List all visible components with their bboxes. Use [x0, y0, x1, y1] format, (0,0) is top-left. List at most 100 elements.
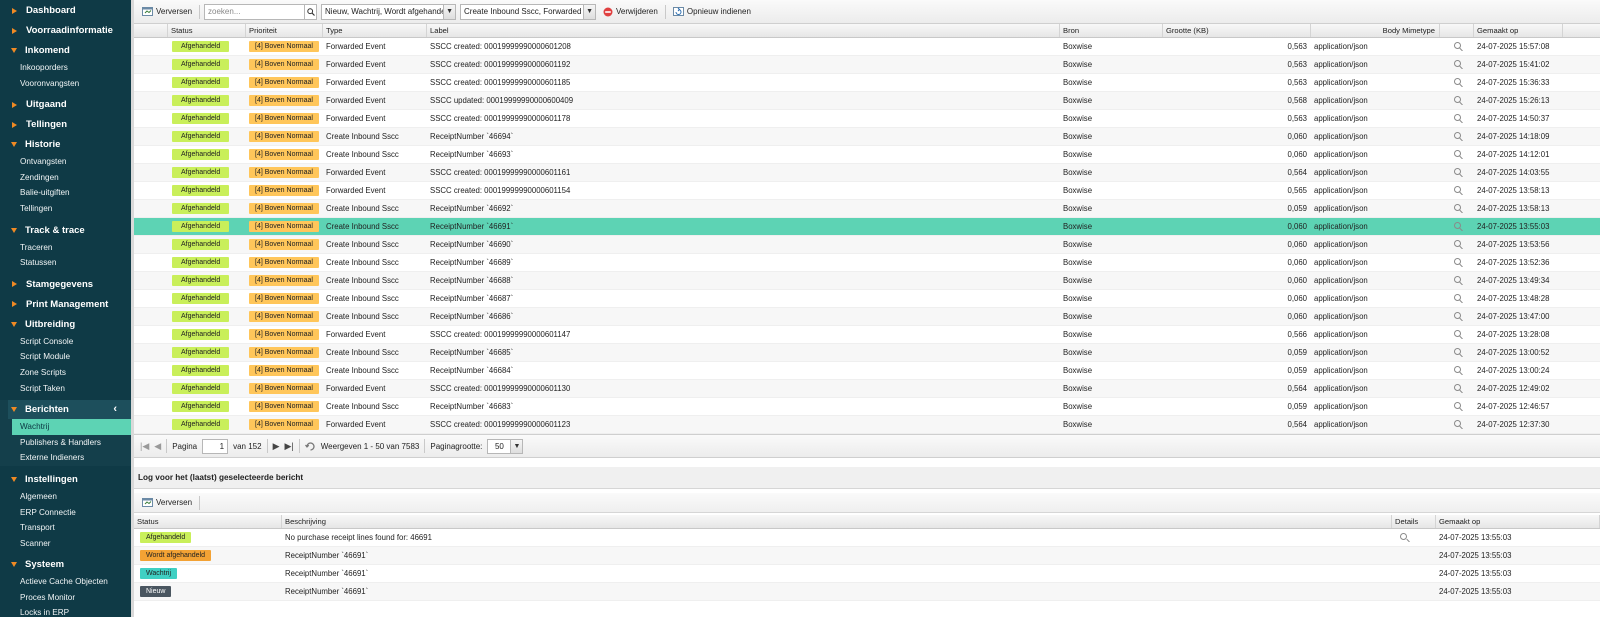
magnifier-icon[interactable]	[1453, 348, 1461, 355]
status-filter-select[interactable]: Nieuw, Wachtrij, Wordt afgehandeld ▼	[321, 3, 457, 20]
table-row[interactable]: Afgehandeld [4] Boven Normaal Create Inbou…	[134, 362, 1600, 380]
sidebar-item-externe-indieners[interactable]: Externe Indieners	[12, 450, 131, 466]
magnifier-icon[interactable]	[1453, 78, 1461, 85]
sidebar-section-berichten[interactable]: Berichten ‹	[8, 400, 131, 420]
sidebar-item-inkooporders[interactable]: Inkooporders	[0, 60, 131, 76]
table-row[interactable]: Afgehandeld [4] Boven Normaal Create Inbou…	[134, 200, 1600, 218]
table-row[interactable]: Afgehandeld [4] Boven Normaal Create Inbou…	[134, 254, 1600, 272]
table-row[interactable]: Afgehandeld [4] Boven Normaal Create Inbou…	[134, 218, 1600, 236]
table-row[interactable]: Afgehandeld [4] Boven Normaal Create Inbou…	[134, 272, 1600, 290]
log-row[interactable]: Wachtrij ReceiptNumber `46691` 24-07-2025 …	[134, 565, 1600, 583]
sidebar-section-track-trace[interactable]: Track & trace	[0, 221, 131, 240]
table-row[interactable]: Afgehandeld [4] Boven Normaal Forwarded Ev…	[134, 416, 1600, 434]
sidebar-item-vooronvangsten[interactable]: Vooronvangsten	[0, 76, 131, 92]
magnifier-icon[interactable]	[1453, 276, 1461, 283]
magnifier-icon[interactable]	[1453, 114, 1461, 121]
table-row[interactable]: Afgehandeld [4] Boven Normaal Forwarded Ev…	[134, 326, 1600, 344]
table-row[interactable]: Afgehandeld [4] Boven Normaal Create Inbou…	[134, 398, 1600, 416]
search-input[interactable]: zoeken...	[204, 3, 318, 20]
column-header[interactable]: Label	[427, 24, 1060, 37]
magnifier-icon[interactable]	[1453, 132, 1461, 139]
sidebar-item-erp-connectie[interactable]: ERP Connectie	[0, 505, 131, 521]
delete-button[interactable]: Verwijderen	[600, 5, 661, 19]
table-row[interactable]: Afgehandeld [4] Boven Normaal Forwarded Ev…	[134, 380, 1600, 398]
refresh-button[interactable]: Verversen	[139, 4, 195, 19]
sidebar-section-dashboard[interactable]: Dashboard	[0, 1, 131, 20]
last-page-icon[interactable]: ▶|	[285, 441, 294, 452]
sidebar-item-transport[interactable]: Transport	[0, 520, 131, 536]
magnifier-icon[interactable]	[1453, 312, 1461, 319]
table-row[interactable]: Afgehandeld [4] Boven Normaal Forwarded Ev…	[134, 38, 1600, 56]
column-header[interactable]: Body Mimetype	[1311, 24, 1440, 37]
sidebar-item-traceren[interactable]: Traceren	[0, 240, 131, 256]
chevron-down-icon[interactable]: ▼	[510, 439, 523, 453]
sidebar-item-script-taken[interactable]: Script Taken	[0, 381, 131, 397]
log-row[interactable]: Afgehandeld No purchase receipt lines fou…	[134, 529, 1600, 547]
sidebar-section-print-management[interactable]: Print Management	[0, 295, 131, 314]
magnifier-icon[interactable]	[1453, 222, 1461, 229]
sidebar-section-inkomend[interactable]: Inkomend	[0, 41, 131, 60]
magnifier-icon[interactable]	[1453, 366, 1461, 373]
table-row[interactable]: Afgehandeld [4] Boven Normaal Forwarded Ev…	[134, 182, 1600, 200]
table-row[interactable]: Afgehandeld [4] Boven Normaal Create Inbou…	[134, 128, 1600, 146]
sidebar-item-actieve-cache-objecten[interactable]: Actieve Cache Objecten	[0, 574, 131, 590]
sidebar-item-tellingen[interactable]: Tellingen	[0, 201, 131, 217]
sidebar-item-ontvangsten[interactable]: Ontvangsten	[0, 154, 131, 170]
prev-page-icon[interactable]: ◀	[154, 441, 161, 452]
column-header[interactable]: Gemaakt op	[1474, 24, 1563, 37]
sidebar-item-balie-uitgiften[interactable]: Balie-uitgiften	[0, 185, 131, 201]
magnifier-icon[interactable]	[1453, 258, 1461, 265]
column-header[interactable]: Type	[323, 24, 427, 37]
magnifier-icon[interactable]	[1453, 420, 1461, 427]
log-refresh-button[interactable]: Verversen	[139, 495, 195, 510]
log-column-header[interactable]: Beschrijving	[282, 515, 1392, 528]
resubmit-button[interactable]: Opnieuw indienen	[670, 4, 754, 19]
magnifier-icon[interactable]	[1453, 42, 1461, 49]
column-header[interactable]	[134, 24, 168, 37]
collapse-sidebar-icon[interactable]: ‹	[113, 403, 117, 415]
magnifier-icon[interactable]	[1453, 240, 1461, 247]
sidebar-section-historie[interactable]: Historie	[0, 135, 131, 154]
sidebar-item-script-module[interactable]: Script Module	[0, 349, 131, 365]
sidebar-section-systeem[interactable]: Systeem	[0, 555, 131, 574]
first-page-icon[interactable]: |◀	[140, 441, 149, 452]
log-column-header[interactable]: Gemaakt op	[1436, 515, 1600, 528]
column-header[interactable]: Prioriteit	[246, 24, 323, 37]
sidebar-item-locks-in-erp[interactable]: Locks in ERP	[0, 605, 131, 617]
table-row[interactable]: Afgehandeld [4] Boven Normaal Create Inbou…	[134, 236, 1600, 254]
log-row[interactable]: Wordt afgehandeld ReceiptNumber `46691` 24…	[134, 547, 1600, 565]
table-row[interactable]: Afgehandeld [4] Boven Normaal Create Inbou…	[134, 290, 1600, 308]
sidebar-section-voorraadinformatie[interactable]: Voorraadinformatie	[0, 21, 131, 40]
magnifier-icon[interactable]	[1453, 60, 1461, 67]
chevron-down-icon[interactable]: ▼	[443, 4, 456, 19]
sidebar-section-tellingen[interactable]: Tellingen	[0, 115, 131, 134]
sidebar-item-publishers-handlers[interactable]: Publishers & Handlers	[12, 435, 131, 451]
table-row[interactable]: Afgehandeld [4] Boven Normaal Create Inbou…	[134, 344, 1600, 362]
sidebar-item-scanner[interactable]: Scanner	[0, 536, 131, 552]
column-header[interactable]: Grootte (KB)	[1163, 24, 1311, 37]
sidebar-item-zendingen[interactable]: Zendingen	[0, 170, 131, 186]
page-size-select[interactable]: 50 ▼	[487, 438, 524, 454]
page-number-input[interactable]: 1	[202, 438, 229, 454]
table-row[interactable]: Afgehandeld [4] Boven Normaal Forwarded Ev…	[134, 92, 1600, 110]
log-column-header[interactable]: Status	[134, 515, 282, 528]
sidebar-section-uitgaand[interactable]: Uitgaand	[0, 95, 131, 114]
log-row[interactable]: Nieuw ReceiptNumber `46691` 24-07-2025 13:…	[134, 583, 1600, 601]
table-row[interactable]: Afgehandeld [4] Boven Normaal Forwarded Ev…	[134, 164, 1600, 182]
sidebar-item-wachtrij[interactable]: Wachtrij	[12, 419, 131, 435]
column-header[interactable]	[1440, 24, 1474, 37]
refresh-icon[interactable]	[304, 441, 316, 452]
magnifier-icon[interactable]	[1453, 204, 1461, 211]
magnifier-icon[interactable]	[1453, 384, 1461, 391]
magnifier-icon[interactable]	[1453, 186, 1461, 193]
sidebar-section-stamgegevens[interactable]: Stamgegevens	[0, 275, 131, 294]
sidebar-section-instellingen[interactable]: Instellingen	[0, 470, 131, 489]
next-page-icon[interactable]: ▶	[273, 441, 280, 452]
log-column-header[interactable]: Details	[1392, 515, 1436, 528]
table-row[interactable]: Afgehandeld [4] Boven Normaal Create Inbou…	[134, 146, 1600, 164]
sidebar-item-statussen[interactable]: Statussen	[0, 255, 131, 271]
column-header[interactable]: Status	[168, 24, 246, 37]
magnifier-icon[interactable]	[1453, 294, 1461, 301]
sidebar-item-algemeen[interactable]: Algemeen	[0, 489, 131, 505]
chevron-down-icon[interactable]: ▼	[583, 4, 596, 19]
